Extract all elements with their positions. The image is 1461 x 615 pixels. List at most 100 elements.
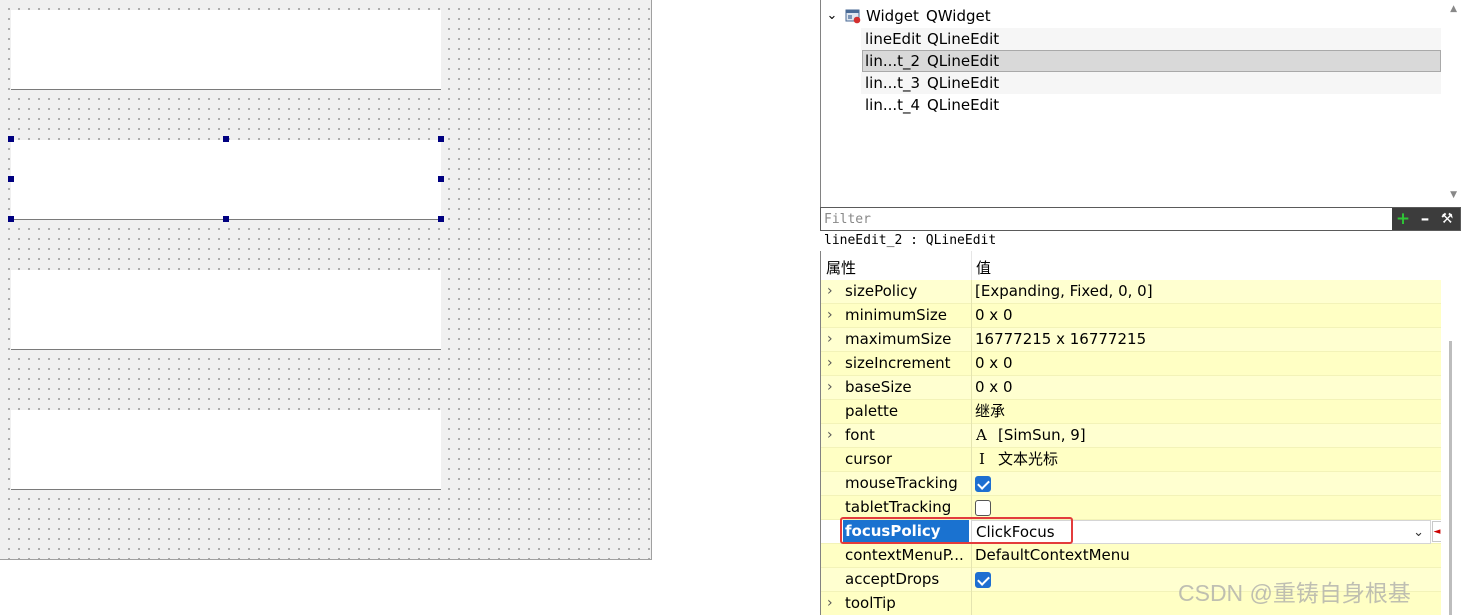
focus-policy-select[interactable]: ClickFocus ⌄: [971, 520, 1431, 544]
chevron-down-icon[interactable]: ⌄: [1413, 521, 1424, 544]
scrollbar-thumb[interactable]: [1449, 341, 1452, 615]
plus-icon[interactable]: +: [1392, 208, 1414, 230]
property-value: 文本光标: [998, 450, 1059, 468]
mousetracking-checkbox[interactable]: [975, 476, 991, 492]
reset-property-button[interactable]: ◄: [1432, 521, 1441, 542]
filter-input[interactable]: [821, 208, 1393, 230]
property-row-sizeincrement[interactable]: › sizeIncrement 0 x 0: [821, 352, 1441, 376]
property-row-font[interactable]: › font A [SimSun, 9]: [821, 424, 1441, 448]
resize-handle-bottom-left[interactable]: [8, 216, 14, 222]
minus-icon[interactable]: –: [1414, 208, 1436, 230]
value-column-header[interactable]: 值: [976, 257, 991, 278]
property-column-header[interactable]: 属性: [826, 257, 856, 278]
chevron-down-icon[interactable]: ⌄: [825, 5, 839, 27]
property-value: DefaultContextMenu: [975, 546, 1130, 564]
tree-object-name: lin...t_3: [865, 74, 921, 92]
property-row-minimumsize[interactable]: › minimumSize 0 x 0: [821, 304, 1441, 328]
object-inspector: ⌄ Widget QWidget lineEdit QLineEdit lin.…: [820, 0, 1461, 207]
chevron-right-icon[interactable]: ›: [827, 592, 839, 615]
form-canvas[interactable]: [0, 0, 652, 560]
tree-row-widget[interactable]: ⌄ Widget QWidget: [821, 5, 1441, 27]
property-row-maximumsize[interactable]: › maximumSize 16777215 x 16777215: [821, 328, 1441, 352]
column-divider: [971, 568, 972, 592]
resize-handle-right[interactable]: [438, 176, 444, 182]
tree-object-name: Widget: [866, 7, 919, 25]
chevron-right-icon[interactable]: ›: [827, 376, 839, 399]
property-value: [SimSun, 9]: [998, 426, 1086, 444]
line-edit-1[interactable]: [11, 10, 441, 90]
property-row-tablettracking[interactable]: tabletTracking: [821, 496, 1441, 520]
column-divider: [971, 280, 972, 304]
focus-policy-value: ClickFocus: [976, 523, 1055, 541]
line-edit-3[interactable]: [11, 270, 441, 350]
property-name: toolTip: [845, 594, 896, 612]
resize-handle-bottom-right[interactable]: [438, 216, 444, 222]
property-name: font: [845, 426, 875, 444]
property-name: mouseTracking: [845, 474, 958, 492]
resize-handle-bottom[interactable]: [223, 216, 229, 222]
property-name: sizePolicy: [845, 282, 918, 300]
tree-object-name: lineEdit: [865, 30, 922, 48]
property-header: 属性 值: [821, 251, 1441, 281]
property-scrollbar[interactable]: [1441, 251, 1461, 615]
column-divider: [971, 448, 972, 472]
tree-object-name: lin...t_2: [865, 52, 921, 70]
wrench-icon[interactable]: ⚒: [1436, 208, 1458, 230]
tree-row-lineedit-3[interactable]: lin...t_3 QLineEdit: [861, 72, 1441, 94]
property-row-palette[interactable]: palette 继承: [821, 400, 1441, 424]
property-row-basesize[interactable]: › baseSize 0 x 0: [821, 376, 1441, 400]
property-row-mousetracking[interactable]: mouseTracking: [821, 472, 1441, 496]
property-name: minimumSize: [845, 306, 947, 324]
font-icon: A: [976, 426, 987, 444]
property-value: 16777215 x 16777215: [975, 330, 1147, 348]
property-name: focusPolicy: [843, 520, 969, 543]
property-row-cursor[interactable]: cursor I 文本光标: [821, 448, 1441, 472]
chevron-right-icon[interactable]: ›: [827, 304, 839, 327]
property-name: sizeIncrement: [845, 354, 951, 372]
chevron-right-icon[interactable]: ›: [827, 352, 839, 375]
property-row-sizepolicy[interactable]: › sizePolicy [Expanding, Fixed, 0, 0]: [821, 280, 1441, 304]
tablettracking-checkbox[interactable]: [975, 500, 991, 516]
tree-object-class: QWidget: [926, 7, 991, 25]
column-divider: [971, 352, 972, 376]
resize-handle-top-right[interactable]: [438, 136, 444, 142]
property-editor: 属性 值 › sizePolicy [Expanding, Fixed, 0, …: [820, 251, 1441, 615]
scroll-down-arrow-icon[interactable]: ▼: [1450, 190, 1457, 200]
property-name: cursor: [845, 450, 893, 468]
property-row-focuspolicy[interactable]: focusPolicy ClickFocus ⌄ ◄: [821, 520, 1441, 544]
property-value: 0 x 0: [975, 378, 1013, 396]
chevron-right-icon[interactable]: ›: [827, 280, 839, 303]
scroll-up-arrow-icon[interactable]: ▲: [1450, 4, 1457, 14]
property-value: [Expanding, Fixed, 0, 0]: [975, 282, 1153, 300]
property-value: 0 x 0: [975, 354, 1013, 372]
resize-handle-top[interactable]: [223, 136, 229, 142]
current-object-label: lineEdit_2 : QLineEdit: [824, 233, 997, 248]
tree-row-lineedit-2[interactable]: lin...t_2 QLineEdit: [862, 50, 1441, 72]
chevron-right-icon[interactable]: ›: [827, 424, 839, 447]
resize-handle-top-left[interactable]: [8, 136, 14, 142]
filter-toolbar: + – ⚒: [1392, 208, 1460, 230]
tree-object-class: QLineEdit: [927, 74, 1000, 92]
column-divider: [971, 304, 972, 328]
tree-row-lineedit[interactable]: lineEdit QLineEdit: [861, 28, 1441, 50]
column-divider: [971, 328, 972, 352]
property-value: 0 x 0: [975, 306, 1013, 324]
column-divider: [971, 544, 972, 568]
property-name: palette: [845, 402, 899, 420]
line-edit-2[interactable]: [11, 140, 441, 220]
property-value: 继承: [975, 402, 1006, 420]
line-edit-4[interactable]: [11, 410, 441, 490]
tree-row-lineedit-4[interactable]: lin...t_4 QLineEdit: [861, 94, 1441, 116]
resize-handle-left[interactable]: [8, 176, 14, 182]
property-row-contextmenupolicy[interactable]: contextMenuP... DefaultContextMenu: [821, 544, 1441, 568]
chevron-right-icon[interactable]: ›: [827, 328, 839, 351]
property-name: contextMenuP...: [845, 546, 964, 564]
column-divider: [971, 496, 972, 520]
tree-object-class: QLineEdit: [927, 96, 1000, 114]
property-name: maximumSize: [845, 330, 952, 348]
column-divider: [971, 472, 972, 496]
watermark: CSDN @重铸自身根基: [1178, 580, 1411, 606]
tree-object-name: lin...t_4: [865, 96, 921, 114]
acceptdrops-checkbox[interactable]: [975, 572, 991, 588]
property-name: acceptDrops: [845, 570, 940, 588]
